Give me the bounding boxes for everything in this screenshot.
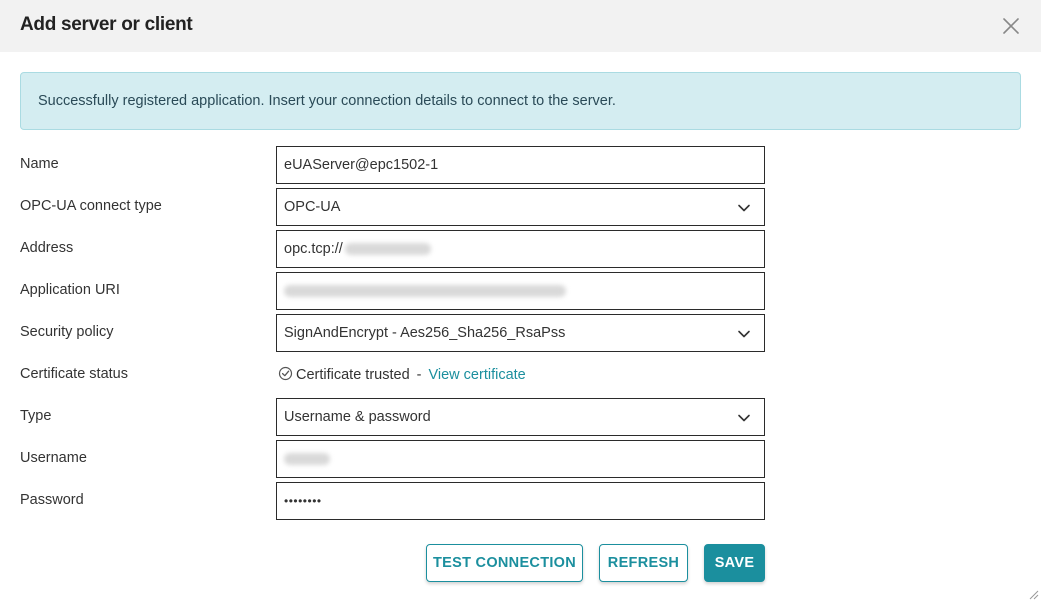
address-value-wrap: opc.tcp:// bbox=[284, 241, 431, 257]
success-alert: Successfully registered application. Ins… bbox=[20, 72, 1021, 130]
connect-type-select[interactable]: OPC-UA bbox=[276, 188, 765, 226]
application-uri-label: Application URI bbox=[20, 282, 120, 298]
connect-type-label: OPC-UA connect type bbox=[20, 198, 162, 214]
dialog-header: Add server or client bbox=[0, 0, 1041, 52]
redacted-username bbox=[284, 453, 330, 466]
username-value bbox=[284, 451, 330, 467]
address-input[interactable]: opc.tcp:// bbox=[276, 230, 765, 268]
security-policy-select[interactable]: SignAndEncrypt - Aes256_Sha256_RsaPss bbox=[276, 314, 765, 352]
redacted-uri bbox=[284, 285, 566, 298]
certificate-status-value: Certificate trusted bbox=[296, 367, 410, 383]
type-label: Type bbox=[20, 408, 52, 424]
application-uri-input[interactable] bbox=[276, 272, 765, 310]
chevron-down-icon bbox=[737, 327, 751, 341]
password-value: •••••••• bbox=[284, 494, 322, 508]
password-label: Password bbox=[20, 492, 84, 508]
username-label: Username bbox=[20, 450, 87, 466]
save-button[interactable]: SAVE bbox=[704, 544, 765, 582]
chevron-down-icon bbox=[737, 201, 751, 215]
check-circle-icon bbox=[278, 366, 293, 381]
chevron-down-icon bbox=[737, 411, 751, 425]
alert-message: Successfully registered application. Ins… bbox=[38, 93, 616, 109]
name-label: Name bbox=[20, 156, 59, 172]
application-uri-value bbox=[284, 283, 566, 299]
resize-handle-icon[interactable] bbox=[1028, 589, 1039, 600]
password-input[interactable]: •••••••• bbox=[276, 482, 765, 520]
address-label: Address bbox=[20, 240, 74, 256]
security-policy-value: SignAndEncrypt - Aes256_Sha256_RsaPss bbox=[284, 325, 566, 341]
dialog-title: Add server or client bbox=[20, 14, 193, 35]
username-input[interactable] bbox=[276, 440, 765, 478]
type-select[interactable]: Username & password bbox=[276, 398, 765, 436]
redacted-address bbox=[344, 243, 431, 256]
name-value: eUAServer@epc1502-1 bbox=[284, 157, 439, 173]
type-value: Username & password bbox=[284, 409, 431, 425]
test-connection-button[interactable]: TEST CONNECTION bbox=[426, 544, 583, 582]
connect-type-value: OPC-UA bbox=[284, 199, 341, 215]
certificate-status-label: Certificate status bbox=[20, 366, 128, 382]
name-input[interactable]: eUAServer@epc1502-1 bbox=[276, 146, 765, 184]
address-value: opc.tcp:// bbox=[284, 241, 343, 257]
certificate-status: Certificate trusted - View certificate bbox=[278, 366, 526, 383]
close-icon[interactable] bbox=[998, 13, 1024, 39]
certificate-separator: - bbox=[416, 367, 422, 383]
refresh-button[interactable]: REFRESH bbox=[599, 544, 688, 582]
view-certificate-link[interactable]: View certificate bbox=[428, 367, 525, 383]
security-policy-label: Security policy bbox=[20, 324, 114, 340]
